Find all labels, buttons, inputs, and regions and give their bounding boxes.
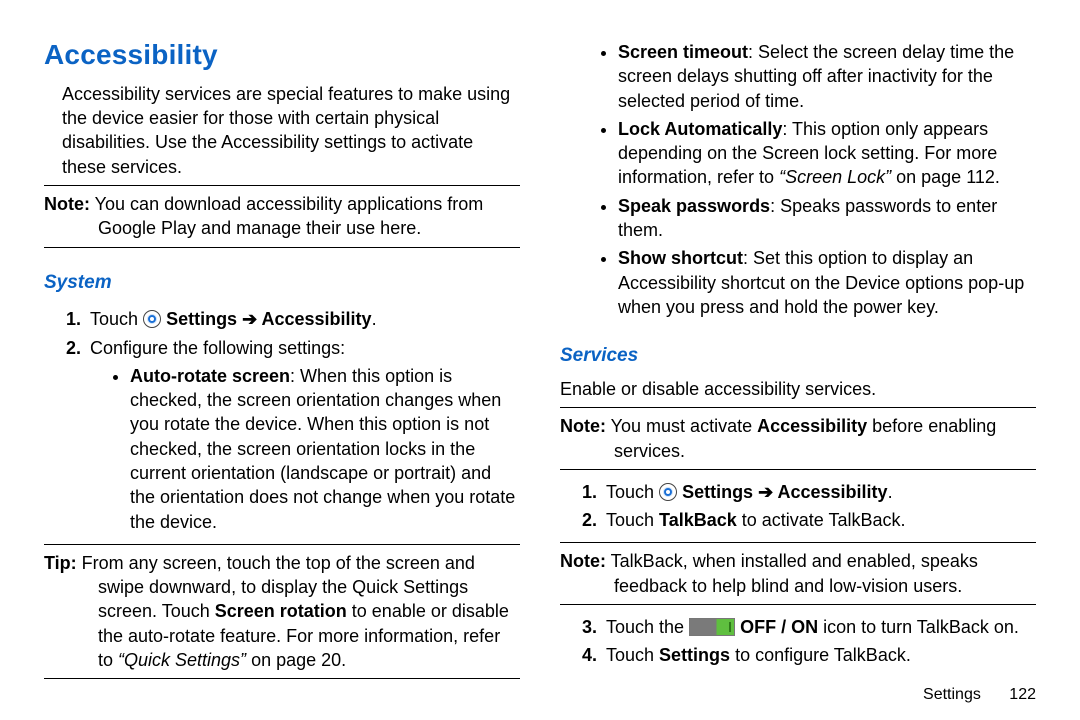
settings-gear-icon xyxy=(659,483,677,501)
off-on-toggle-icon xyxy=(689,618,735,636)
quick-settings-ref: “Quick Settings” xyxy=(118,650,246,670)
note-body: You can download accessibility applicati… xyxy=(90,194,483,238)
bullet-auto-rotate: Auto-rotate screen: When this option is … xyxy=(130,364,520,534)
note-activate-accessibility: Note: You must activate Accessibility be… xyxy=(560,407,1036,470)
screen-lock-ref: “Screen Lock” xyxy=(779,167,891,187)
services-steps-b: Touch the OFF / ON icon to turn TalkBack… xyxy=(560,615,1036,672)
bullet-show-shortcut: Show shortcut: Set this option to displa… xyxy=(618,246,1036,319)
system-heading: System xyxy=(44,270,520,296)
settings-path-label: Settings xyxy=(166,309,242,329)
step-text-2: to activate TalkBack. xyxy=(737,510,906,530)
services-step-4: Touch Settings to configure TalkBack. xyxy=(602,643,1036,667)
settings-gear-icon xyxy=(143,310,161,328)
page-footer: Settings 122 xyxy=(923,684,1036,706)
services-step-1: Touch Settings ➔ Accessibility. xyxy=(602,480,1036,504)
accessibility-label: Accessibility xyxy=(257,309,371,329)
off-on-label: OFF / ON xyxy=(740,617,818,637)
auto-rotate-label: Auto-rotate screen xyxy=(130,366,290,386)
step-text: Touch xyxy=(606,482,659,502)
note-label: Note: xyxy=(560,551,606,571)
step-text: Touch the xyxy=(606,617,689,637)
right-column: Screen timeout: Select the screen delay … xyxy=(540,36,1036,708)
step-text: Touch xyxy=(90,309,143,329)
services-step-2: Touch TalkBack to activate TalkBack. xyxy=(602,508,1036,532)
step-text: Touch xyxy=(606,510,659,530)
bullet-lock-automatically: Lock Automatically: This option only app… xyxy=(618,117,1036,190)
system-bullets-continued: Screen timeout: Select the screen delay … xyxy=(560,40,1036,323)
note-label: Note: xyxy=(560,416,606,436)
tip-quick-settings: Tip: From any screen, touch the top of t… xyxy=(44,544,520,679)
auto-rotate-body: : When this option is checked, the scree… xyxy=(130,366,515,532)
services-intro: Enable or disable accessibility services… xyxy=(560,377,1036,401)
services-heading: Services xyxy=(560,343,1036,369)
tip-body-3: on page 20. xyxy=(246,650,346,670)
period: . xyxy=(888,482,893,502)
footer-section-label: Settings xyxy=(923,686,981,703)
note-talkback-feedback: Note: TalkBack, when installed and enabl… xyxy=(560,542,1036,605)
system-bullets: Auto-rotate screen: When this option is … xyxy=(90,364,520,534)
note-label: Note: xyxy=(44,194,90,214)
system-step-2: Configure the following settings: Auto-r… xyxy=(86,336,520,534)
system-steps: Touch Settings ➔ Accessibility. Configur… xyxy=(44,307,520,538)
step-text-2: to configure TalkBack. xyxy=(730,645,911,665)
bullet-screen-timeout: Screen timeout: Select the screen delay … xyxy=(618,40,1036,113)
note-download-apps: Note: You can download accessibility app… xyxy=(44,185,520,248)
period: . xyxy=(372,309,377,329)
step-text-2: icon to turn TalkBack on. xyxy=(818,617,1019,637)
arrow-icon: ➔ xyxy=(758,482,773,502)
settings-path-label: Settings xyxy=(682,482,758,502)
show-shortcut-label: Show shortcut xyxy=(618,248,743,268)
lock-auto-body-2: on page 112. xyxy=(891,167,1000,187)
settings-bold: Settings xyxy=(659,645,730,665)
arrow-icon: ➔ xyxy=(242,309,257,329)
bullet-speak-passwords: Speak passwords: Speaks passwords to ent… xyxy=(618,194,1036,243)
footer-page-number: 122 xyxy=(1009,686,1036,703)
note-body: TalkBack, when installed and enabled, sp… xyxy=(606,551,978,595)
system-step-1: Touch Settings ➔ Accessibility. xyxy=(86,307,520,331)
accessibility-label: Accessibility xyxy=(773,482,887,502)
accessibility-bold: Accessibility xyxy=(757,416,867,436)
note-body-1: You must activate xyxy=(606,416,757,436)
tip-label: Tip: xyxy=(44,553,77,573)
talkback-label: TalkBack xyxy=(659,510,737,530)
lock-auto-label: Lock Automatically xyxy=(618,119,782,139)
screen-rotation-label: Screen rotation xyxy=(215,601,347,621)
services-steps-a: Touch Settings ➔ Accessibility. Touch Ta… xyxy=(560,480,1036,537)
step-text: Touch xyxy=(606,645,659,665)
intro-paragraph: Accessibility services are special featu… xyxy=(44,82,520,179)
step-text: Configure the following settings: xyxy=(90,338,345,358)
services-step-3: Touch the OFF / ON icon to turn TalkBack… xyxy=(602,615,1036,639)
screen-timeout-label: Screen timeout xyxy=(618,42,748,62)
left-column: Accessibility Accessibility services are… xyxy=(44,36,540,708)
page-title: Accessibility xyxy=(44,36,520,74)
speak-passwords-label: Speak passwords xyxy=(618,196,770,216)
